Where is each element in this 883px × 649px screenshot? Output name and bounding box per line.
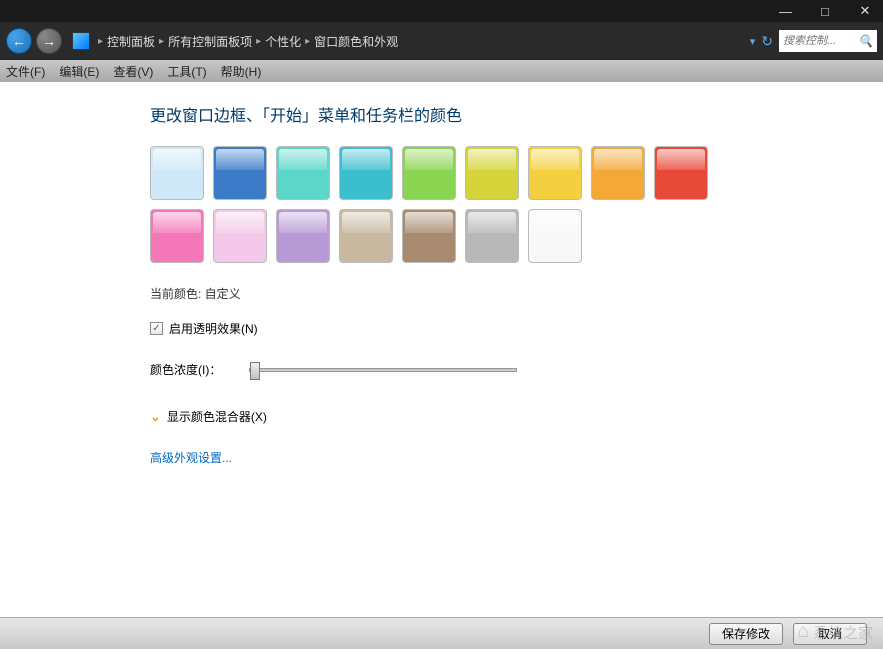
footer: 保存修改 取消 ⌂ 系统之家: [0, 617, 883, 649]
chevron-right-icon: ▸: [305, 36, 310, 47]
color-swatch[interactable]: [276, 209, 330, 263]
menubar: 文件(F) 编辑(E) 查看(V) 工具(T) 帮助(H): [0, 60, 883, 82]
menu-view[interactable]: 查看(V): [113, 63, 153, 80]
back-button[interactable]: ←: [6, 28, 32, 54]
color-swatch[interactable]: [591, 146, 645, 200]
color-swatches: [150, 146, 720, 263]
color-swatch[interactable]: [654, 146, 708, 200]
navbar: ← → ▸ 控制面板 ▸ 所有控制面板项 ▸ 个性化 ▸ 窗口颜色和外观 ▾ ↻…: [0, 22, 883, 60]
app-icon: [72, 32, 90, 50]
breadcrumb-item[interactable]: 控制面板: [107, 33, 155, 50]
intensity-slider[interactable]: [249, 368, 517, 372]
forward-button[interactable]: →: [36, 28, 62, 54]
refresh-icon[interactable]: ↻: [761, 33, 773, 50]
transparency-row: ✓ 启用透明效果(N): [150, 320, 863, 337]
advanced-appearance-link[interactable]: 高级外观设置...: [150, 451, 232, 465]
slider-thumb[interactable]: [250, 362, 260, 380]
nav-right: ▾ ↻ 🔍: [750, 30, 877, 52]
menu-help[interactable]: 帮助(H): [221, 63, 262, 80]
color-swatch[interactable]: [402, 146, 456, 200]
menu-edit[interactable]: 编辑(E): [59, 63, 99, 80]
minimize-button[interactable]: —: [779, 4, 791, 19]
breadcrumb-item[interactable]: 所有控制面板项: [168, 33, 252, 50]
close-button[interactable]: ✕: [859, 3, 871, 19]
color-swatch[interactable]: [276, 146, 330, 200]
color-swatch[interactable]: [339, 209, 393, 263]
arrow-left-icon: ←: [12, 33, 26, 49]
color-swatch[interactable]: [213, 209, 267, 263]
transparency-label: 启用透明效果(N): [169, 320, 258, 337]
color-swatch[interactable]: [465, 209, 519, 263]
menu-tools[interactable]: 工具(T): [167, 63, 206, 80]
content-area: 更改窗口边框、「开始」菜单和任务栏的颜色 当前颜色: 自定义 ✓ 启用透明效果(…: [0, 82, 883, 617]
chevron-down-icon: ⌄: [150, 409, 161, 425]
intensity-label: 颜色浓度(I)：: [150, 361, 221, 378]
search-input[interactable]: [783, 35, 853, 47]
color-swatch[interactable]: [402, 209, 456, 263]
mixer-label: 显示颜色混合器(X): [167, 408, 267, 425]
chevron-right-icon: ▸: [256, 36, 261, 47]
page-title: 更改窗口边框、「开始」菜单和任务栏的颜色: [150, 102, 863, 126]
titlebar: — □ ✕: [0, 0, 883, 22]
color-swatch[interactable]: [339, 146, 393, 200]
transparency-checkbox[interactable]: ✓: [150, 322, 163, 335]
menu-file[interactable]: 文件(F): [6, 63, 45, 80]
color-swatch[interactable]: [150, 146, 204, 200]
arrow-right-icon: →: [42, 33, 56, 49]
dropdown-icon[interactable]: ▾: [750, 35, 756, 48]
chevron-right-icon: ▸: [159, 36, 164, 47]
color-swatch[interactable]: [528, 209, 582, 263]
current-color-label: 当前颜色: 自定义: [150, 285, 863, 302]
breadcrumb-item[interactable]: 个性化: [265, 33, 301, 50]
intensity-row: 颜色浓度(I)：: [150, 361, 863, 378]
save-button[interactable]: 保存修改: [709, 623, 783, 645]
breadcrumb: ▸ 控制面板 ▸ 所有控制面板项 ▸ 个性化 ▸ 窗口颜色和外观: [98, 33, 746, 50]
color-swatch[interactable]: [528, 146, 582, 200]
color-mixer-expander[interactable]: ⌄ 显示颜色混合器(X): [150, 408, 863, 425]
search-icon[interactable]: 🔍: [858, 34, 873, 48]
search-box[interactable]: 🔍: [779, 30, 877, 52]
chevron-right-icon: ▸: [98, 36, 103, 47]
color-swatch[interactable]: [465, 146, 519, 200]
color-swatch[interactable]: [150, 209, 204, 263]
cancel-button[interactable]: 取消: [793, 623, 867, 645]
color-swatch[interactable]: [213, 146, 267, 200]
maximize-button[interactable]: □: [819, 4, 831, 19]
breadcrumb-item[interactable]: 窗口颜色和外观: [314, 33, 398, 50]
